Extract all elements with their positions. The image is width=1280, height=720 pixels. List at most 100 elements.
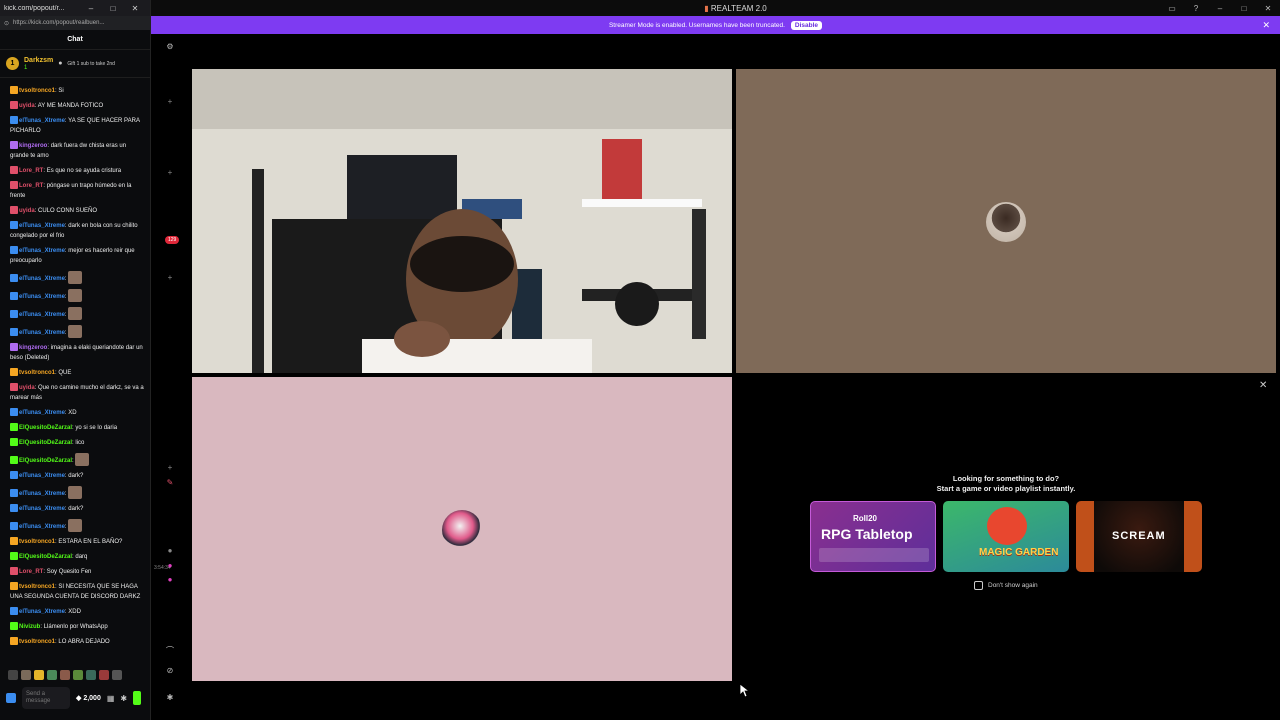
close-icon[interactable]: ✕ (1256, 4, 1280, 13)
chat-message[interactable]: tvsoltronco1: SI NECESITA QUE SE HAGA UN… (10, 582, 144, 602)
chat-username[interactable]: Lore_RT (19, 183, 43, 189)
chat-message[interactable]: elTunas_Xtreme: (10, 289, 144, 302)
emote-picker-icon[interactable] (6, 693, 16, 703)
headphones-icon[interactable]: ⌒ (163, 645, 177, 656)
chat-username[interactable]: elTunas_Xtreme (19, 410, 65, 416)
quick-emote[interactable] (47, 670, 57, 680)
send-button[interactable] (133, 691, 142, 705)
game-card-rpg-tabletop[interactable]: Roll20 RPG Tabletop (810, 501, 936, 572)
quick-emote[interactable] (34, 670, 44, 680)
chat-message[interactable]: uyida: CULO CONN SUEÑO (10, 206, 144, 216)
chat-message[interactable]: uyida: AY ME MANDA FOTICO (10, 101, 144, 111)
chat-message[interactable]: Lore_RT: Es que no se ayuda cristura (10, 166, 144, 176)
chat-username[interactable]: ElQuesitoDeZarzal (19, 440, 72, 446)
settings-icon[interactable]: ✱ (163, 693, 177, 702)
chat-username[interactable]: elTunas_Xtreme (19, 506, 65, 512)
maximize-icon[interactable]: □ (102, 4, 124, 13)
plus-icon[interactable]: + (163, 463, 177, 472)
chat-username[interactable]: elTunas_Xtreme (19, 294, 65, 300)
chat-message[interactable]: elTunas_Xtreme: dark? (10, 471, 144, 481)
chat-username[interactable]: uyida (19, 103, 35, 109)
chat-message[interactable]: elTunas_Xtreme: dark? (10, 504, 144, 514)
chat-message[interactable]: elTunas_Xtreme: (10, 486, 144, 499)
calendar-icon[interactable]: ▦ (107, 694, 115, 703)
mute-icon[interactable]: ⊘ (163, 666, 177, 675)
game-card-scream[interactable]: SCREAM (1076, 501, 1202, 572)
chat-username[interactable]: elTunas_Xtreme (19, 118, 65, 124)
chat-message[interactable]: Nivizub: Llámenlo por WhatsApp (10, 622, 144, 632)
chat-username[interactable]: elTunas_Xtreme (19, 609, 65, 615)
quick-emote[interactable] (86, 670, 96, 680)
chat-username[interactable]: Nivizub (19, 624, 40, 630)
quick-emote[interactable] (21, 670, 31, 680)
minimize-icon[interactable]: – (1208, 4, 1232, 13)
chat-message[interactable]: ElQuesitoDeZarzal: yo si se lo daria (10, 423, 144, 433)
chat-username[interactable]: tvsoltronco1 (19, 584, 55, 590)
chat-message[interactable]: tvsoltronco1: LO ABRA DEJADO (10, 637, 144, 647)
chat-username[interactable]: ElQuesitoDeZarzal (19, 554, 72, 560)
chat-message-input[interactable]: Send a message (22, 687, 70, 709)
quick-emote[interactable] (8, 670, 18, 680)
quick-emote[interactable] (112, 670, 122, 680)
chat-message[interactable]: tvsoltronco1: QUE (10, 368, 144, 378)
chat-message[interactable]: elTunas_Xtreme: XD (10, 408, 144, 418)
gift-cta[interactable]: Gift 1 sub to take 2nd (67, 61, 115, 67)
chat-username[interactable]: Lore_RT (19, 569, 43, 575)
video-tile-participant[interactable] (736, 69, 1276, 373)
plus-icon[interactable]: + (163, 273, 177, 282)
quick-emote[interactable] (73, 670, 83, 680)
chat-username[interactable]: ElQuesitoDeZarzal (19, 425, 72, 431)
help-icon[interactable]: ? (1184, 4, 1208, 13)
pencil-icon[interactable]: ✎ (163, 478, 177, 487)
checkbox-box[interactable] (974, 581, 983, 590)
chat-username[interactable]: elTunas_Xtreme (19, 312, 65, 318)
settings-icon[interactable]: ✱ (120, 694, 127, 703)
chat-message-list[interactable]: tvsoltronco1: Si uyida: AY ME MANDA FOTIC… (0, 86, 150, 666)
chat-message[interactable]: elTunas_Xtreme: XDD (10, 607, 144, 617)
chat-username[interactable]: elTunas_Xtreme (19, 276, 65, 282)
chat-message[interactable]: elTunas_Xtreme: (10, 271, 144, 284)
chat-username[interactable]: elTunas_Xtreme (19, 524, 65, 530)
quick-emote[interactable] (99, 670, 109, 680)
chat-message[interactable]: elTunas_Xtreme: (10, 325, 144, 338)
chat-username[interactable]: kingzeroo (19, 143, 47, 149)
chat-username[interactable]: elTunas_Xtreme (19, 248, 65, 254)
plus-icon[interactable]: + (163, 168, 177, 177)
chat-message[interactable]: tvsoltronco1: ESTARA EN EL BAÑO? (10, 537, 144, 547)
chat-username[interactable]: elTunas_Xtreme (19, 330, 65, 336)
plus-icon[interactable]: + (163, 97, 177, 106)
chat-message[interactable]: ElQuesitoDeZarzal: (10, 453, 144, 466)
chat-message[interactable]: Lore_RT: Soy Quesito Fen (10, 567, 144, 577)
chat-message[interactable]: kingzeroo: dark fuera dw chista eras un … (10, 141, 144, 161)
chat-username[interactable]: tvsoltronco1 (19, 539, 55, 545)
channel-points[interactable]: ◆ 2,000 (76, 694, 101, 702)
chat-username[interactable]: elTunas_Xtreme (19, 223, 65, 229)
banner-close-icon[interactable]: ✕ (1262, 20, 1270, 31)
chat-username[interactable]: elTunas_Xtreme (19, 473, 65, 479)
dont-show-again-checkbox[interactable]: Don't show again (974, 581, 1038, 590)
pinned-gifter[interactable]: 1 Darkzsm 1 ● Gift 1 sub to take 2nd (0, 50, 150, 78)
chat-username[interactable]: uyida (19, 208, 35, 214)
minimize-icon[interactable]: – (80, 4, 102, 13)
video-tile-camera[interactable] (192, 69, 732, 373)
disable-streamer-mode-button[interactable]: Disable (790, 20, 823, 30)
chat-message[interactable]: elTunas_Xtreme: YA SE QUE HACER PARA PIC… (10, 116, 144, 136)
chat-message[interactable]: ElQuesitoDeZarzal: darq (10, 552, 144, 562)
chat-message[interactable]: tvsoltronco1: Si (10, 86, 144, 96)
chat-message[interactable]: elTunas_Xtreme: mejor es hacerlo reir qu… (10, 246, 144, 266)
chat-message[interactable]: kingzeroo: imagina a elaki queriandote d… (10, 343, 144, 363)
chat-username[interactable]: uyida (19, 385, 35, 391)
chat-message[interactable]: elTunas_Xtreme: dark en bola con su chil… (10, 221, 144, 241)
video-tile-participant[interactable] (192, 377, 732, 681)
chat-username[interactable]: tvsoltronco1 (19, 88, 55, 94)
close-icon[interactable]: ✕ (124, 4, 146, 13)
chat-message[interactable]: elTunas_Xtreme: (10, 519, 144, 532)
user-settings-icon[interactable]: ⚙ (163, 42, 177, 51)
game-card-magic-garden[interactable]: MAGIC GARDEN (943, 501, 1069, 572)
chat-username[interactable]: elTunas_Xtreme (19, 491, 65, 497)
chat-username[interactable]: Lore_RT (19, 168, 43, 174)
activities-close-icon[interactable]: ✕ (1259, 380, 1267, 391)
chat-username[interactable]: ElQuesitoDeZarzal (19, 458, 72, 464)
maximize-icon[interactable]: □ (1232, 4, 1256, 13)
inbox-icon[interactable]: ▭ (1160, 4, 1184, 13)
